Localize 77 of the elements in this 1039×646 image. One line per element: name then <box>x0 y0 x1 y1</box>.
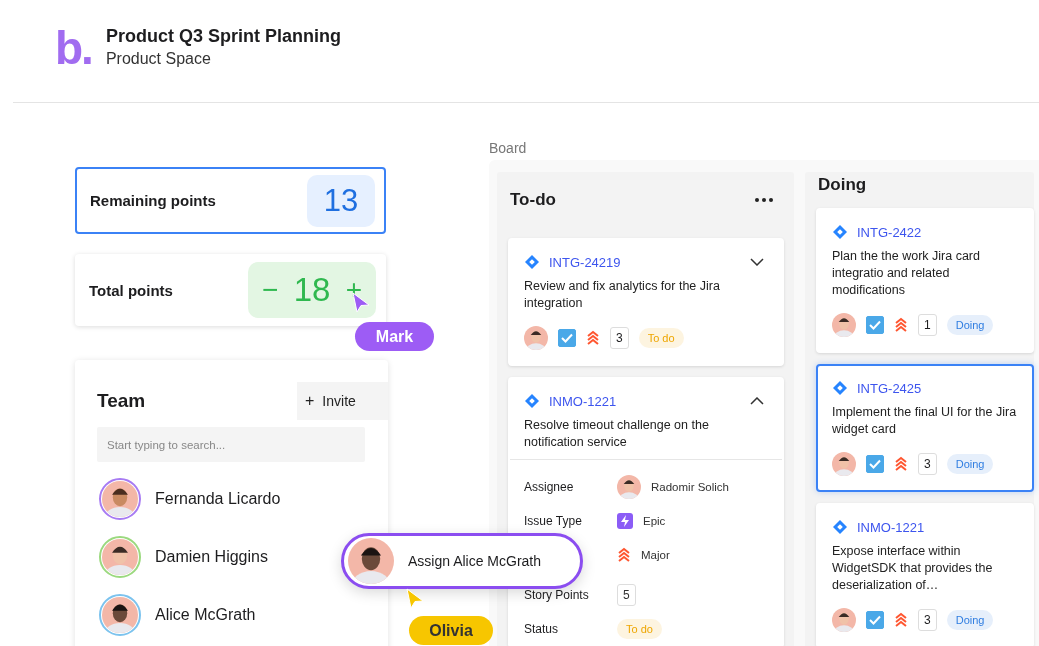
task-card[interactable]: INTG-24219 Review and fix analytics for the Jira integration 3 To do <box>508 238 784 366</box>
team-member[interactable]: Alice McGrath <box>97 594 388 636</box>
story-points: 1 <box>918 314 937 336</box>
task-card[interactable]: INMO-1221 Expose interface within WidgetSDK that provides the deserialization of… 3 Doing <box>816 503 1034 646</box>
card-label: Remaining points <box>90 192 216 209</box>
priority-icon <box>894 317 908 333</box>
priority-icon <box>894 612 908 628</box>
priority-icon <box>586 330 600 346</box>
task-card[interactable]: INTG-2425 Implement the final UI for the Jira widget card 3 Doing <box>816 364 1034 492</box>
issue-icon <box>524 393 540 409</box>
issue-link[interactable]: INMO-1221 <box>549 393 741 409</box>
field-label: Assignee <box>524 480 575 494</box>
issue-link[interactable]: INTG-2425 <box>857 380 1018 396</box>
avatar-icon <box>617 475 641 499</box>
lightning-icon <box>617 513 633 529</box>
user-tag: Olivia <box>409 616 493 645</box>
expand-icon[interactable] <box>750 258 764 266</box>
story-points: 3 <box>610 327 629 349</box>
issue-link[interactable]: INMO-1221 <box>857 519 1018 535</box>
status-tag: Doing <box>946 315 994 335</box>
priority-icon <box>617 547 631 563</box>
checkbox[interactable] <box>558 329 576 347</box>
member-name: Fernanda Licardo <box>155 490 281 508</box>
story-points: 3 <box>918 453 937 475</box>
status-tag: Doing <box>946 610 994 630</box>
team-member[interactable]: Fernanda Licardo <box>97 478 388 520</box>
points-value: 13 <box>307 174 375 227</box>
field-label: Status <box>524 622 560 636</box>
cursor-icon <box>405 588 425 610</box>
more-icon[interactable] <box>754 196 774 203</box>
story-points: 3 <box>918 609 937 631</box>
member-name: Damien Higgins <box>155 548 268 566</box>
issue-link[interactable]: INTG-2422 <box>857 224 1018 240</box>
search-field[interactable]: Start typing to search... <box>97 427 365 462</box>
card-title: Expose interface within WidgetSDK that provides the deserialization of… <box>832 543 994 594</box>
column-title: To-do <box>510 189 556 210</box>
status-tag: To do <box>638 328 684 348</box>
field-label: Story Points <box>524 588 590 602</box>
priority-value: Major <box>641 549 670 561</box>
issue-icon <box>832 519 848 535</box>
user-tag: Mark <box>355 322 434 351</box>
avatar-icon <box>832 452 856 476</box>
card-title: Resolve timeout challenge on the notification service <box>524 417 710 451</box>
status-tag: Doing <box>946 454 994 474</box>
issue-icon <box>832 380 848 396</box>
status-tag: To do <box>617 619 662 639</box>
issue-icon <box>524 254 540 270</box>
space-name: Product Space <box>105 50 212 68</box>
story-points: 5 <box>617 584 636 606</box>
assignee-name: Radomir Solich <box>651 481 729 493</box>
card-title: Review and fix analytics for the Jira integration <box>524 278 721 312</box>
avatar-icon <box>348 538 394 584</box>
issue-icon <box>832 224 848 240</box>
field-label: Issue Type <box>524 514 583 528</box>
card-title: Plan the the work Jira card integratio and related modifications <box>832 248 981 299</box>
card-label: Total points <box>89 281 173 299</box>
invite-button[interactable]: + Invite <box>297 382 388 420</box>
avatar-icon <box>524 326 548 350</box>
checkbox[interactable] <box>866 316 884 334</box>
task-card[interactable]: INTG-2422 Plan the the work Jira card integratio and related modifications 1 Doing <box>816 208 1034 353</box>
panel-title: Team <box>97 390 146 412</box>
collapse-icon[interactable] <box>750 397 764 405</box>
avatar-icon <box>832 608 856 632</box>
page-title: Product Q3 Sprint Planning <box>105 26 341 47</box>
column-title: Doing <box>818 174 867 195</box>
avatar-icon <box>832 313 856 337</box>
points-value: 18 <box>293 271 331 309</box>
member-name: Alice McGrath <box>155 606 256 624</box>
logo: b. <box>55 25 92 71</box>
board-label: Board <box>489 140 528 158</box>
issue-type: Epic <box>643 515 666 527</box>
card-title: Implement the final UI for the Jira widget card <box>832 404 1018 438</box>
issue-link[interactable]: INTG-24219 <box>549 254 741 270</box>
checkbox[interactable] <box>866 455 884 473</box>
assign-popup[interactable]: Assign Alice McGrath <box>341 533 583 589</box>
checkbox[interactable] <box>866 611 884 629</box>
priority-icon <box>894 456 908 472</box>
